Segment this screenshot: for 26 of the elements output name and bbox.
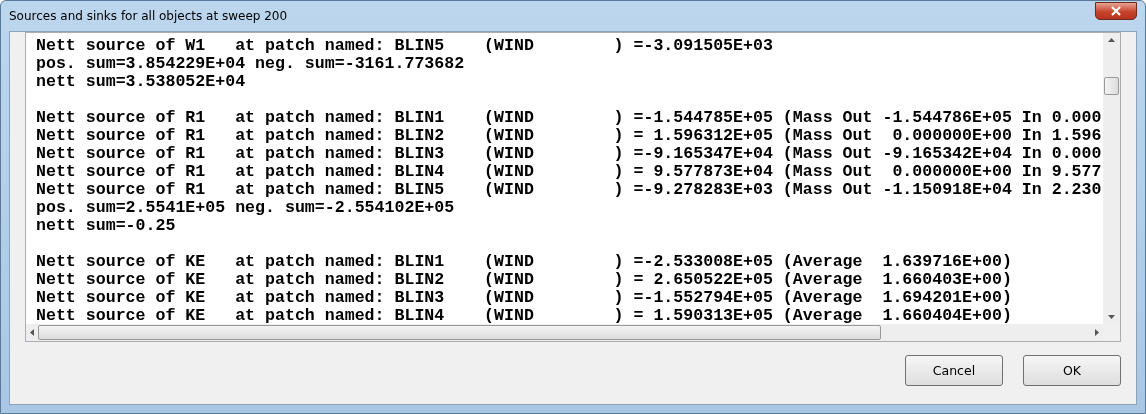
right-arrow-icon [1095, 329, 1099, 336]
output-line: pos. sum=2.5541E+05 neg. sum=-2.554102E+05 [36, 199, 456, 217]
output-line: Nett source of KE at patch named: BLIN3 (WIND ) =-1.552794E+05 (Average 1.694201E+00) [36, 289, 1013, 307]
close-button[interactable] [1095, 2, 1137, 20]
output-line: Nett source of R1 at patch named: BLIN5 (WIND ) =-9.278283E+03 (Mass Out -1.150918E+04 In 2.230 [36, 181, 1103, 199]
scroll-thumb[interactable] [38, 325, 881, 340]
output-line: Nett source of R1 at patch named: BLIN4 (WIND ) = 9.577873E+04 (Mass Out 0.000000E+00 In 9.577 [36, 163, 1103, 181]
output-line: Nett source of R1 at patch named: BLIN1 (WIND ) =-1.544785E+05 (Mass Out -1.544786E+05 In 0.000 [36, 109, 1103, 127]
ok-button[interactable]: OK [1023, 355, 1121, 386]
window-title: Sources and sinks for all objects at sweep 200 [9, 9, 288, 23]
cancel-button[interactable]: Cancel [905, 355, 1003, 386]
output-line: Nett source of KE at patch named: BLIN4 (WIND ) = 1.590313E+05 (Average 1.660404E+00) [36, 307, 1013, 324]
left-arrow-icon [30, 329, 34, 336]
output-line: Nett source of KE at patch named: BLIN2 (WIND ) = 2.650522E+05 (Average 1.660403E+00) [36, 271, 1013, 289]
down-arrow-icon [1108, 315, 1115, 319]
output-line: Nett source of KE at patch named: BLIN1 (WIND ) =-2.533008E+05 (Average 1.639716E+00) [36, 253, 1013, 271]
up-arrow-icon [1108, 38, 1115, 42]
close-icon [1110, 6, 1122, 16]
scroll-thumb[interactable] [1104, 77, 1119, 95]
output-line: nett sum=-0.25 [36, 217, 177, 235]
vertical-scrollbar[interactable] [1103, 33, 1120, 324]
output-line: Nett source of R1 at patch named: BLIN2 (WIND ) = 1.596312E+05 (Mass Out 0.000000E+00 In 1.596 [36, 127, 1103, 145]
output-line: pos. sum=3.854229E+04 neg. sum=-3161.773682 [36, 55, 466, 73]
output-line: Nett source of R1 at patch named: BLIN3 (WIND ) =-9.165347E+04 (Mass Out -9.165342E+04 In 0.000 [36, 145, 1103, 163]
output-line: Nett source of W1 at patch named: BLIN5 (WIND ) =-3.091505E+03 [36, 37, 774, 55]
output-line: nett sum=3.538052E+04 [36, 73, 247, 91]
